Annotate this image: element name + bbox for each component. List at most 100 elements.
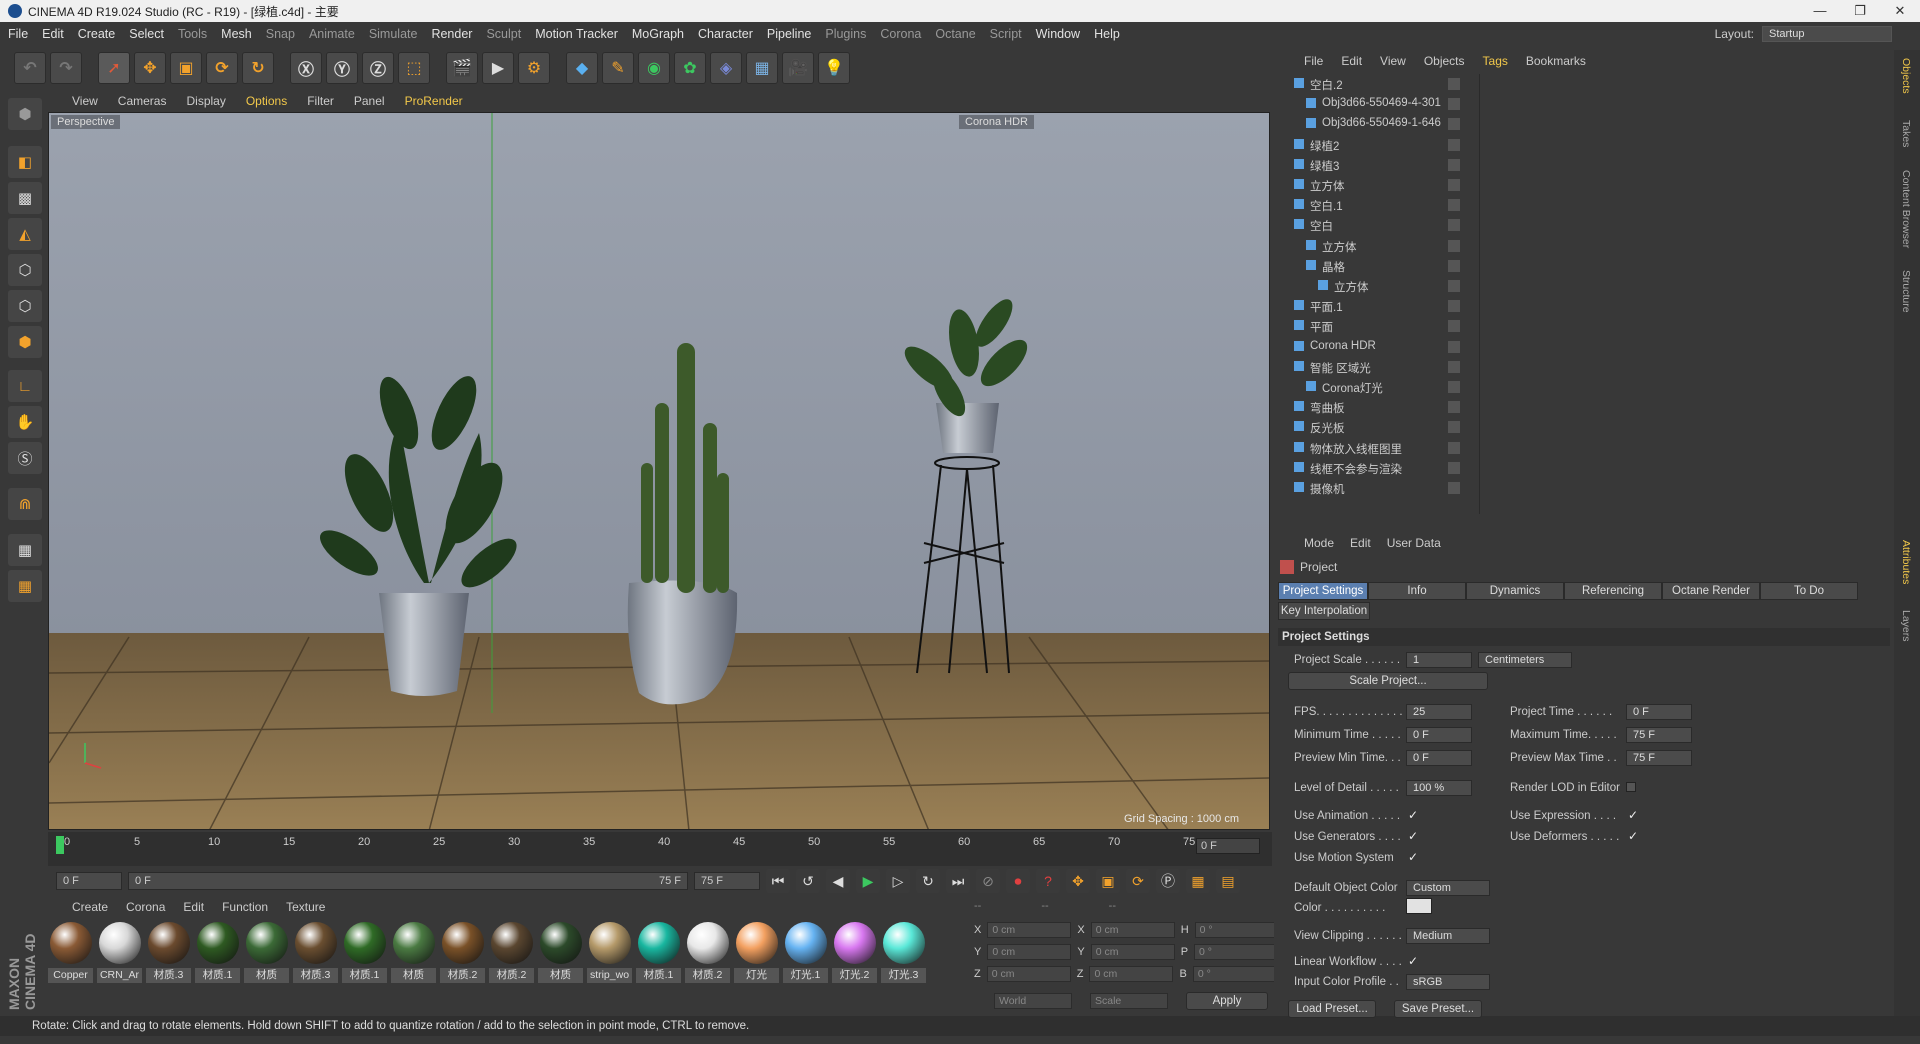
apply-button[interactable]: Apply: [1186, 992, 1268, 1010]
min-time-field[interactable]: 0 F: [1406, 727, 1472, 743]
visibility-toggle[interactable]: [1448, 320, 1460, 333]
visibility-toggle[interactable]: [1448, 482, 1460, 494]
key-rotate-icon[interactable]: ⟳: [1126, 869, 1150, 893]
rot-p-field[interactable]: 0 °: [1194, 944, 1279, 960]
tab-octane-render[interactable]: Octane Render: [1662, 582, 1760, 600]
object-row[interactable]: 立方体: [1274, 236, 1894, 256]
pos-x-field[interactable]: 0 cm: [987, 922, 1072, 938]
object-row[interactable]: 智能 区域光: [1274, 357, 1894, 377]
key-move-icon[interactable]: ✥: [1066, 869, 1090, 893]
cube-icon[interactable]: ◆: [566, 52, 598, 84]
object-row[interactable]: 绿植2: [1274, 135, 1894, 155]
prev-key-icon[interactable]: ↺: [796, 869, 820, 893]
tab-dynamics[interactable]: Dynamics: [1466, 582, 1564, 600]
rot-h-field[interactable]: 0 °: [1194, 922, 1279, 938]
tweak-mode-icon[interactable]: ✋: [8, 406, 42, 438]
rot-b-field[interactable]: 0 °: [1192, 966, 1277, 982]
3d-viewport[interactable]: Perspective Corona HDR Grid Spacing : 10…: [48, 112, 1270, 830]
use-animation-checkbox[interactable]: ✓: [1408, 808, 1418, 822]
strip-tab-attributes[interactable]: Attributes: [1900, 540, 1912, 584]
obj-menu-view[interactable]: View: [1380, 54, 1406, 72]
material-swatch[interactable]: 材质.2: [685, 920, 730, 1020]
menu-corona[interactable]: Corona: [880, 27, 921, 41]
obj-menu-objects[interactable]: Objects: [1424, 54, 1465, 72]
use-expression-checkbox[interactable]: ✓: [1628, 808, 1638, 822]
visibility-toggle[interactable]: [1448, 219, 1460, 232]
layout-select[interactable]: Startup: [1762, 26, 1892, 42]
play-icon[interactable]: ▶: [856, 869, 880, 893]
visibility-toggle[interactable]: [1448, 280, 1460, 292]
menu-snap[interactable]: Snap: [266, 27, 295, 41]
vp-menu-cameras[interactable]: Cameras: [118, 94, 167, 108]
input-color-profile-select[interactable]: sRGB: [1406, 974, 1490, 990]
rotate-icon[interactable]: ⟳: [206, 52, 238, 84]
menu-edit[interactable]: Edit: [42, 27, 64, 41]
menu-script[interactable]: Script: [990, 27, 1022, 41]
preview-range-slider[interactable]: 0 F 75 F: [128, 872, 688, 890]
menu-character[interactable]: Character: [698, 27, 753, 41]
menu-tools[interactable]: Tools: [178, 27, 207, 41]
material-swatch[interactable]: Copper: [48, 920, 93, 1020]
use-motion-system-checkbox[interactable]: ✓: [1408, 850, 1418, 864]
object-row[interactable]: 平面.1: [1274, 296, 1894, 316]
visibility-toggle[interactable]: [1448, 179, 1460, 191]
pen-spline-icon[interactable]: ✎: [602, 52, 634, 84]
visibility-toggle[interactable]: [1448, 138, 1460, 151]
mat-menu-texture[interactable]: Texture: [286, 900, 325, 914]
use-deformers-checkbox[interactable]: ✓: [1628, 829, 1638, 843]
key-pla-icon[interactable]: ▦: [1186, 869, 1210, 893]
material-swatch[interactable]: 材质: [391, 920, 436, 1020]
preview-max-field[interactable]: 75 F: [1626, 750, 1692, 766]
max-time-field[interactable]: 75 F: [1626, 727, 1692, 743]
select-arrow-icon[interactable]: ➚: [98, 52, 130, 84]
scale-icon[interactable]: ▣: [170, 52, 202, 84]
material-swatch[interactable]: 材质.2: [440, 920, 485, 1020]
visibility-toggle[interactable]: [1448, 421, 1460, 434]
vp-menu-options[interactable]: Options: [246, 94, 287, 108]
camera-icon[interactable]: 🎥: [782, 52, 814, 84]
menu-animate[interactable]: Animate: [309, 27, 355, 41]
material-swatch[interactable]: 灯光.2: [832, 920, 877, 1020]
material-swatch[interactable]: 材质: [538, 920, 583, 1020]
default-object-color-select[interactable]: Custom: [1406, 880, 1490, 896]
z-axis-icon[interactable]: Ⓩ: [362, 52, 394, 84]
vp-menu-prorender[interactable]: ProRender: [405, 94, 463, 108]
object-row[interactable]: Obj3d66-550469-1-646: [1274, 114, 1894, 134]
menu-create[interactable]: Create: [78, 27, 116, 41]
attr-menu-userdata[interactable]: User Data: [1387, 536, 1441, 550]
start-frame-field[interactable]: 0 F: [56, 872, 122, 890]
material-swatch[interactable]: 灯光.1: [783, 920, 828, 1020]
vp-menu-filter[interactable]: Filter: [307, 94, 334, 108]
object-row[interactable]: 弯曲板: [1274, 397, 1894, 417]
object-row[interactable]: 晶格: [1274, 256, 1894, 276]
vp-menu-panel[interactable]: Panel: [354, 94, 385, 108]
workplane-mode-icon[interactable]: ◭: [8, 218, 42, 250]
go-to-end-icon[interactable]: ⏭: [946, 869, 970, 893]
material-swatch[interactable]: strip_wo: [587, 920, 632, 1020]
points-mode-icon[interactable]: ⬡: [8, 254, 42, 286]
fps-field[interactable]: 25: [1406, 704, 1472, 720]
visibility-toggle[interactable]: [1448, 401, 1460, 414]
key-scale-icon[interactable]: ▣: [1096, 869, 1120, 893]
object-row[interactable]: 空白.2: [1274, 74, 1894, 94]
material-swatch[interactable]: 材质.1: [195, 920, 240, 1020]
solo-mode-icon[interactable]: Ⓢ: [8, 442, 42, 474]
strip-tab-structure[interactable]: Structure: [1900, 270, 1912, 313]
object-row[interactable]: 平面: [1274, 316, 1894, 336]
attr-menu-edit[interactable]: Edit: [1350, 536, 1371, 550]
deformer-icon[interactable]: ◈: [710, 52, 742, 84]
visibility-toggle[interactable]: [1448, 199, 1460, 212]
menu-plugins[interactable]: Plugins: [825, 27, 866, 41]
coord-mode-select[interactable]: Scale: [1090, 993, 1168, 1009]
object-row[interactable]: 立方体: [1274, 276, 1894, 296]
pos-y-field[interactable]: 0 cm: [987, 944, 1072, 960]
viewport-camera-label[interactable]: Perspective: [51, 115, 121, 129]
strip-tab-layers[interactable]: Layers: [1900, 610, 1912, 642]
material-swatch[interactable]: 材质.3: [146, 920, 191, 1020]
menu-simulate[interactable]: Simulate: [369, 27, 418, 41]
mat-menu-create[interactable]: Create: [72, 900, 108, 914]
scale-project-button[interactable]: Scale Project...: [1288, 672, 1488, 690]
material-swatch[interactable]: 材质.1: [342, 920, 387, 1020]
size-y-field[interactable]: 0 cm: [1090, 944, 1175, 960]
attr-menu-mode[interactable]: Mode: [1304, 536, 1334, 550]
